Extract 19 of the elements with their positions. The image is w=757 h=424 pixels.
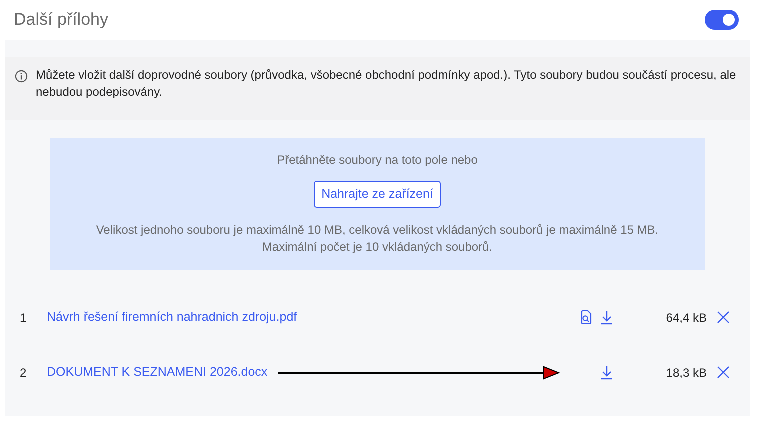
limit-text: Velikost jednoho souboru je maximálně 10 MB, celková velikost vkládaných souborů je maximálně 15 MB. bbox=[95, 222, 660, 239]
drop-hint: Přetáhněte soubory na toto pole nebo bbox=[276, 152, 479, 169]
document-search-icon[interactable] bbox=[580, 310, 593, 325]
download-icon[interactable] bbox=[601, 310, 613, 325]
download-icon[interactable] bbox=[601, 365, 613, 380]
file-size: 64,4 kB bbox=[665, 310, 707, 326]
file-size: 18,3 kB bbox=[665, 364, 707, 382]
toggle-switch[interactable] bbox=[705, 10, 739, 30]
file-link[interactable]: Návrh řešení firemních nahradnich zdroju.pdf bbox=[47, 308, 298, 327]
close-icon[interactable] bbox=[717, 311, 730, 324]
info-text: Můžete vložit další doprovodné soubory (průvodka, všobecné obchodní podmínky apod.). Tyto soubory budou součástí procesu, ale nebudou podepisovány. bbox=[36, 67, 738, 101]
limit-text: Maximální počet je 10 vkládaných souborů. bbox=[261, 239, 494, 256]
section-title: Další přílohy bbox=[14, 9, 108, 32]
upload-button[interactable]: Nahrajte ze zařízení bbox=[314, 181, 442, 208]
row-number: 2 bbox=[20, 366, 27, 380]
close-icon[interactable] bbox=[717, 366, 730, 379]
info-icon bbox=[15, 70, 28, 83]
file-link[interactable]: DOKUMENT K SEZNAMENI 2026.docx bbox=[47, 363, 268, 382]
row-number: 1 bbox=[20, 310, 27, 324]
